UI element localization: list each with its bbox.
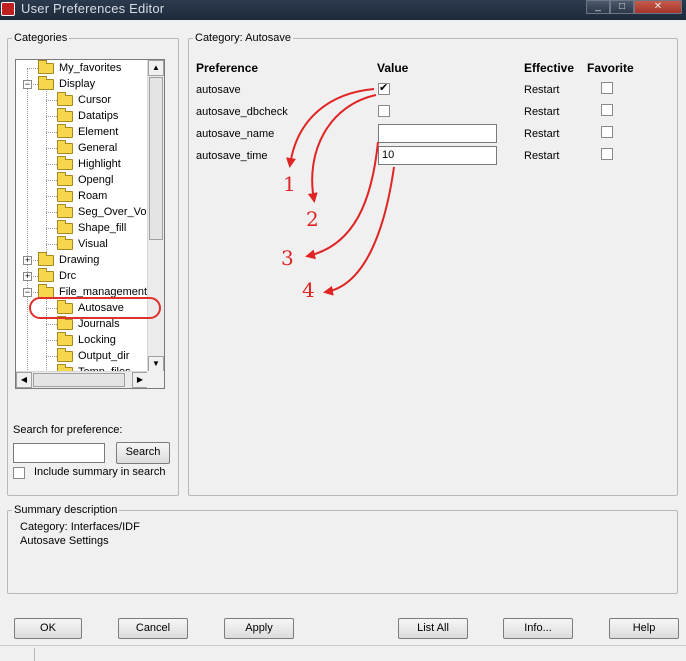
cancel-button[interactable]: Cancel <box>118 618 188 639</box>
annotation-arrow-2 <box>307 94 377 203</box>
annotation-3: 3 <box>281 246 294 270</box>
annotation-arrow-4 <box>323 166 395 296</box>
ok-button[interactable]: OK <box>14 618 82 639</box>
annotation-1: 1 <box>283 172 296 196</box>
annotation-4: 4 <box>302 278 315 302</box>
annotation-2: 2 <box>306 207 319 231</box>
summary-line-2: Autosave Settings <box>20 535 109 547</box>
annotation-arrow-3 <box>305 141 379 260</box>
list-all-button[interactable]: List All <box>398 618 468 639</box>
help-button[interactable]: Help <box>609 618 679 639</box>
status-segment <box>34 648 682 661</box>
summary-label: Summary description <box>14 504 118 516</box>
summary-line-1: Category: Interfaces/IDF <box>20 521 140 533</box>
info-button[interactable]: Info... <box>503 618 573 639</box>
apply-button[interactable]: Apply <box>224 618 294 639</box>
status-bar <box>0 645 686 661</box>
summary-group: Summary description <box>7 504 678 594</box>
